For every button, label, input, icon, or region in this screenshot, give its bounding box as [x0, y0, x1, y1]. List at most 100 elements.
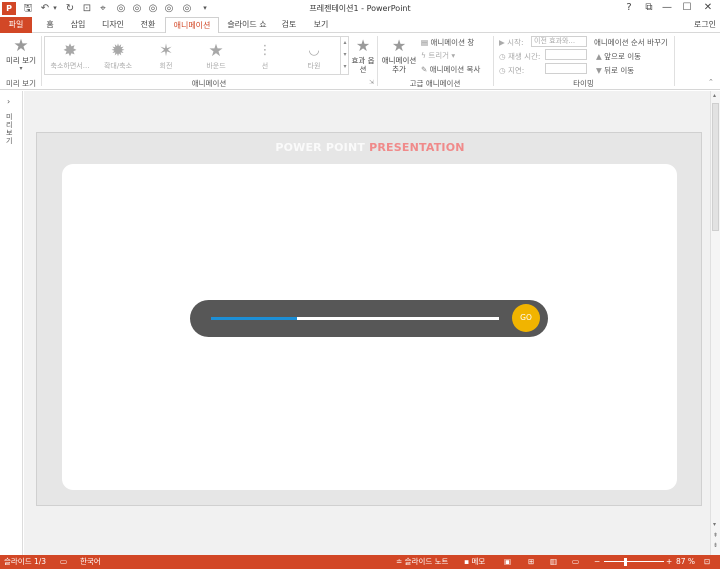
- animation-pane-button[interactable]: ▤ 애니메이션 창: [421, 37, 474, 48]
- delay-label: ◷ 지연:: [499, 66, 525, 75]
- zoom-out-icon[interactable]: −: [594, 555, 600, 569]
- reorder-title: 애니메이션 순서 바꾸기: [594, 38, 668, 47]
- chevron-down-icon: ▾: [19, 65, 23, 72]
- animation-label: 축소하면서...: [50, 62, 90, 70]
- vertical-scrollbar[interactable]: ▴ ▾ ⇞ ⇟: [710, 91, 720, 555]
- reading-view-icon[interactable]: ▥: [550, 555, 557, 569]
- animation-zoom[interactable]: ✹ 확대/축소: [94, 41, 142, 77]
- add-animation-star-icon: ★: [391, 36, 407, 55]
- start-value: 이전 효과와...: [534, 37, 576, 45]
- slide-show-icon[interactable]: ▭: [572, 555, 579, 569]
- next-slide-icon[interactable]: ⇟: [713, 542, 718, 549]
- thumbnails-label: 미리 보기: [6, 113, 13, 145]
- group-divider: [493, 36, 494, 86]
- slide-sorter-icon[interactable]: ⊞: [528, 555, 534, 569]
- zoom-slider[interactable]: [604, 561, 664, 562]
- tab-insert[interactable]: 삽입: [63, 17, 93, 33]
- move-later-button[interactable]: ▼ 뒤로 이동: [596, 65, 634, 76]
- slide-counter: 슬라이드 1/3: [4, 557, 47, 566]
- progress-track: [211, 317, 499, 320]
- add-animation-button[interactable]: ★ 애니메이션 추가: [380, 36, 418, 76]
- spell-check-icon[interactable]: ▭: [60, 555, 67, 569]
- progress-fill: [211, 317, 298, 320]
- trigger-button[interactable]: ϟ 트리거 ▾: [421, 50, 455, 61]
- animation-line-path[interactable]: ⋮ 선: [241, 41, 289, 77]
- preview-star-icon: ★: [13, 36, 29, 56]
- move-earlier-button[interactable]: ▲ 앞으로 이동: [596, 51, 641, 62]
- title-part-power-point: POWER POINT: [275, 141, 366, 154]
- effect-options-label: 효과 옵션: [351, 56, 375, 74]
- bounce-star-icon: ★: [208, 41, 224, 61]
- previous-slide-icon[interactable]: ⇞: [713, 532, 718, 539]
- tab-file[interactable]: 파일: [0, 17, 32, 33]
- painter-icon: ✎: [421, 65, 430, 74]
- ribbon-tabs: 파일 홈 삽입 디자인 전환 애니메이션 슬라이드 쇼 검토 보기 로그인: [0, 17, 720, 34]
- animation-shrink-turn[interactable]: ✸ 축소하면서...: [46, 41, 94, 77]
- tab-animations[interactable]: 애니메이션: [165, 17, 219, 34]
- tab-home[interactable]: 홈: [38, 17, 62, 33]
- thumbnail-pane: › 미리 보기: [0, 91, 23, 555]
- comments-button[interactable]: ▪ 메모: [464, 555, 485, 569]
- ribbon: ★ 미리 보기 ▾ 미리 보기 ✸ 축소하면서... ✹ 확대/축소 ✶ 회전 …: [0, 33, 720, 90]
- add-animation-label: 애니메이션 추가: [381, 56, 417, 74]
- dialog-launcher-icon[interactable]: ⇲: [369, 79, 374, 86]
- zoom-in-icon[interactable]: +: [666, 555, 672, 569]
- notes-button[interactable]: ≐ 슬라이드 노트: [396, 555, 448, 569]
- shrink-star-icon: ✸: [62, 41, 78, 61]
- animation-gallery: ✸ 축소하면서... ✹ 확대/축소 ✶ 회전 ★ 바운드 ⋮ 선 ◡ 타원 ▴…: [44, 36, 349, 75]
- go-button[interactable]: GO: [512, 304, 540, 332]
- minimize-button[interactable]: —: [658, 1, 676, 15]
- animation-painter-button[interactable]: ✎ 애니메이션 복사: [421, 64, 480, 75]
- slide-editor: POWER POINT PRESENTATION GO: [24, 91, 710, 555]
- slide[interactable]: POWER POINT PRESENTATION GO: [36, 132, 702, 506]
- group-divider: [674, 36, 675, 86]
- status-bar: 슬라이드 1/3 ▭ 한국어 ≐ 슬라이드 노트 ▪ 메모 ▣ ⊞ ▥ ▭ − …: [0, 555, 720, 569]
- animation-label: 회전: [159, 62, 173, 70]
- tab-review[interactable]: 검토: [276, 17, 302, 33]
- tab-view[interactable]: 보기: [306, 17, 336, 33]
- normal-view-icon[interactable]: ▣: [504, 555, 511, 569]
- arc-path-icon: ◡: [308, 43, 320, 58]
- duration-input[interactable]: [545, 49, 587, 60]
- content-card[interactable]: GO: [62, 164, 677, 490]
- scroll-thumb[interactable]: [712, 103, 719, 231]
- scroll-up-icon[interactable]: ▴: [713, 92, 716, 99]
- spin-star-icon: ✶: [158, 41, 174, 61]
- start-dropdown[interactable]: 이전 효과와...: [531, 36, 587, 47]
- comments-label: 메모: [471, 557, 486, 566]
- help-button[interactable]: ?: [620, 1, 638, 15]
- fit-to-window-icon[interactable]: ⊡: [704, 555, 710, 569]
- window-title: 프레젠테이션1 - PowerPoint: [309, 4, 411, 13]
- progress-pill[interactable]: GO: [190, 300, 548, 337]
- sign-in-link[interactable]: 로그인: [694, 17, 716, 32]
- tab-slide-show[interactable]: 슬라이드 쇼: [222, 17, 272, 33]
- slide-title[interactable]: POWER POINT PRESENTATION: [37, 141, 703, 154]
- tab-design[interactable]: 디자인: [96, 17, 130, 33]
- scroll-down-icon[interactable]: ▾: [713, 521, 716, 528]
- move-later-label: 뒤로 이동: [604, 66, 635, 75]
- move-earlier-label: 앞으로 이동: [604, 52, 642, 61]
- close-button[interactable]: ✕: [699, 1, 717, 15]
- animation-label: 확대/축소: [103, 62, 133, 70]
- group-divider: [377, 36, 378, 86]
- zoom-level[interactable]: 87 %: [676, 555, 695, 569]
- animation-bounce[interactable]: ★ 바운드: [192, 41, 240, 77]
- group-label-advanced: 고급 애니메이션: [409, 79, 461, 88]
- start-label: ▶ 시작:: [499, 38, 524, 47]
- delay-input[interactable]: [545, 63, 587, 74]
- animation-painter-label: 애니메이션 복사: [429, 65, 481, 74]
- language-indicator[interactable]: 한국어: [80, 555, 101, 569]
- zoom-slider-thumb[interactable]: [624, 558, 627, 566]
- collapse-ribbon-icon[interactable]: ⌃: [708, 78, 714, 86]
- maximize-button[interactable]: ☐: [678, 1, 696, 15]
- animation-arc-path[interactable]: ◡ 타원: [290, 41, 338, 77]
- ribbon-display-options-button[interactable]: ⧉: [640, 1, 658, 15]
- animation-spin[interactable]: ✶ 회전: [142, 41, 190, 77]
- gallery-scroll[interactable]: ▴ ▾ ▾: [340, 37, 349, 74]
- preview-button-label: 미리 보기: [6, 56, 36, 65]
- tab-transitions[interactable]: 전환: [133, 17, 163, 33]
- effect-options-button[interactable]: ★ 효과 옵션: [351, 36, 375, 76]
- title-part-presentation: PRESENTATION: [369, 141, 465, 154]
- expand-thumbnails-icon[interactable]: ›: [7, 97, 10, 106]
- preview-button[interactable]: ★ 미리 보기 ▾: [4, 36, 38, 76]
